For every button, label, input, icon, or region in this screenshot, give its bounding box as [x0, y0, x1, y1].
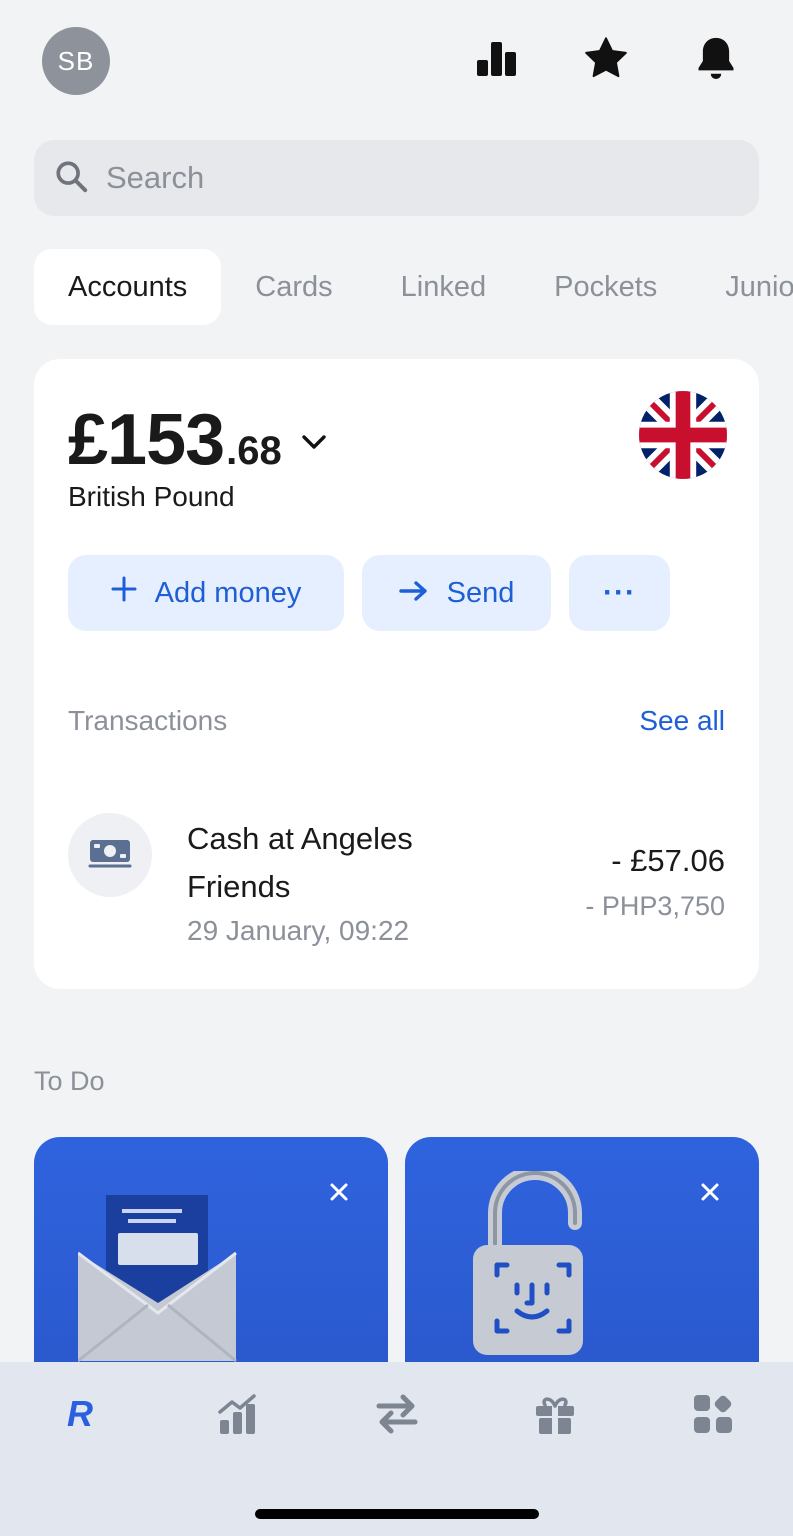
rewards-icon[interactable] [527, 1386, 583, 1442]
chevron-down-icon[interactable] [300, 433, 328, 456]
tab-junior[interactable]: Junior [691, 249, 793, 325]
transfer-icon[interactable] [369, 1386, 425, 1442]
todo-title: To Do [34, 1066, 105, 1096]
send-label: Send [446, 576, 515, 609]
account-actions: Add money Send ··· [68, 555, 670, 631]
top-bar: SB [0, 0, 793, 120]
plus-icon [111, 576, 137, 610]
tab-cards[interactable]: Cards [221, 249, 366, 325]
send-button[interactable]: Send [362, 555, 551, 631]
star-icon[interactable] [580, 32, 632, 84]
add-money-button[interactable]: Add money [68, 555, 344, 631]
balance[interactable]: £153 .68 [68, 399, 328, 481]
currency-name: British Pound [68, 481, 235, 512]
more-icon: ··· [603, 576, 636, 609]
search-icon [54, 159, 88, 198]
todo-card[interactable] [405, 1137, 759, 1397]
account-tabs: AccountsCardsLinkedPocketsJunior [34, 249, 793, 325]
avatar[interactable]: SB [42, 27, 110, 95]
tab-linked[interactable]: Linked [367, 249, 520, 325]
balance-main: £153 [68, 400, 225, 480]
todo-card[interactable] [34, 1137, 388, 1397]
revolut-home-icon[interactable]: R [52, 1386, 108, 1442]
see-all-link[interactable]: See all [639, 705, 725, 737]
transaction-date: 29 January, 09:22 [187, 915, 410, 946]
account-card: £153 .68 British Pound Add money Send ··… [34, 359, 759, 989]
balance-decimal: .68 [226, 429, 282, 473]
home-indicator [255, 1509, 539, 1519]
stats-icon[interactable] [471, 32, 523, 84]
envelope-icon [77, 1193, 238, 1368]
more-button[interactable]: ··· [569, 555, 670, 631]
transaction-amount: - £57.06 [611, 843, 725, 878]
svg-text:R: R [67, 1394, 93, 1434]
arrow-right-icon [398, 577, 429, 610]
transactions-header: Transactions [68, 705, 228, 736]
transaction-original-amount: - PHP3,750 [585, 891, 725, 921]
tab-accounts[interactable]: Accounts [34, 249, 222, 325]
hub-icon[interactable] [685, 1386, 741, 1442]
add-money-label: Add money [154, 576, 302, 609]
invest-icon[interactable] [210, 1386, 266, 1442]
close-icon[interactable] [695, 1177, 725, 1207]
search-input[interactable] [106, 160, 706, 196]
padlock-face-id-icon [469, 1166, 609, 1366]
transaction-title: Cash at Angeles Friends [187, 821, 413, 904]
transaction-row[interactable]: Cash at Angeles Friends 29 January, 09:2… [68, 807, 725, 947]
search-bar[interactable] [34, 140, 759, 216]
cash-icon [68, 813, 152, 897]
bell-icon[interactable] [690, 32, 742, 84]
uk-flag-icon[interactable] [639, 391, 727, 479]
close-icon[interactable] [324, 1177, 354, 1207]
tab-pockets[interactable]: Pockets [520, 249, 691, 325]
